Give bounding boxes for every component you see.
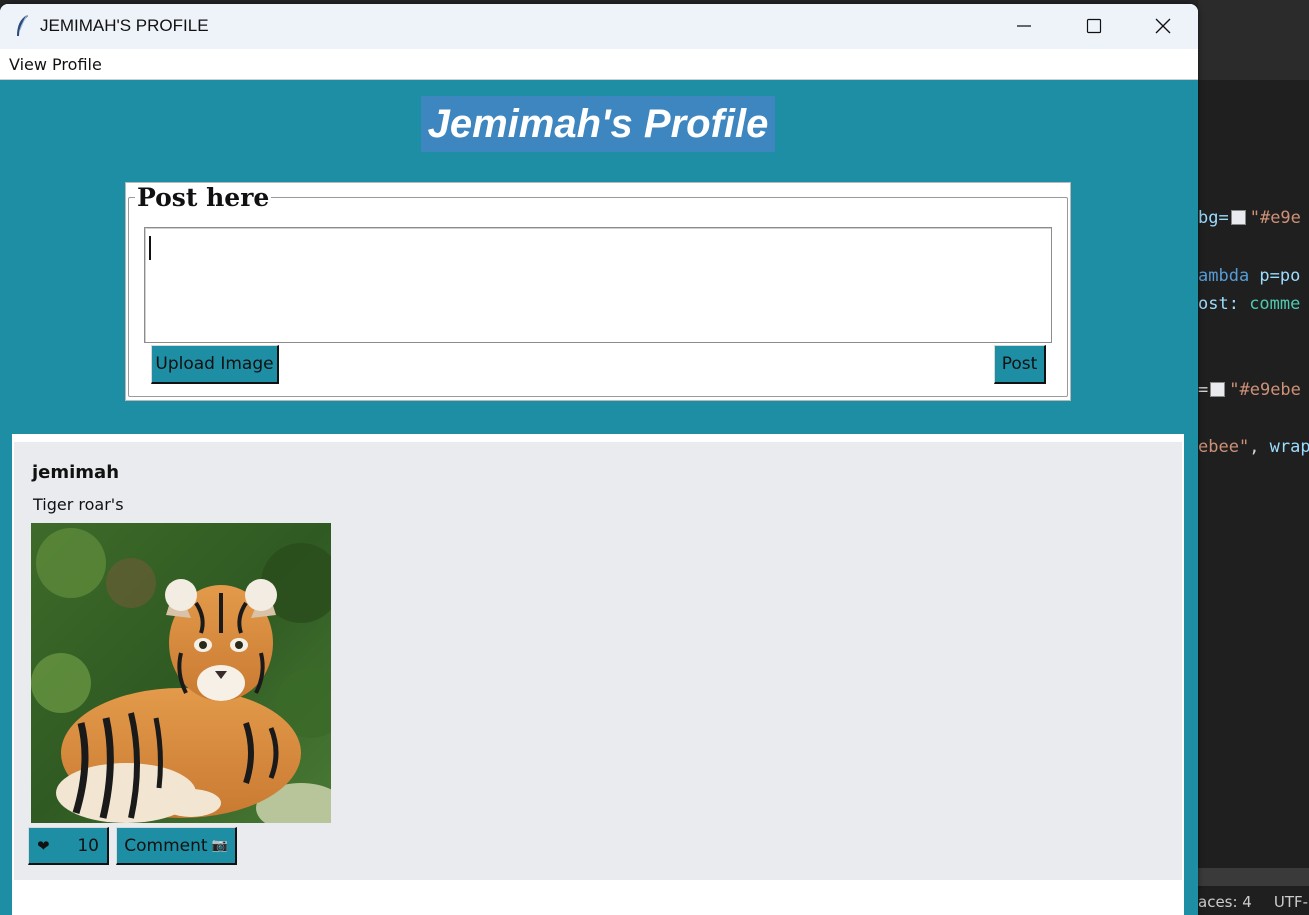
maximize-button[interactable] <box>1059 4 1129 49</box>
feed[interactable]: jemimah Tiger roar's ❤ 10 Comment 📷 <box>12 434 1184 915</box>
like-count: 10 <box>77 835 99 856</box>
minimize-button[interactable] <box>989 4 1059 49</box>
editor-toolbar <box>1198 0 1309 80</box>
app-window: JEMIMAH'S PROFILE View Profile Jemimah's… <box>0 4 1198 915</box>
close-icon <box>1155 18 1171 34</box>
title-bar[interactable]: JEMIMAH'S PROFILE <box>0 4 1198 49</box>
post-text: Tiger roar's <box>33 495 124 514</box>
status-encoding[interactable]: UTF- <box>1274 893 1308 911</box>
editor-horizontal-scrollbar[interactable] <box>1198 868 1309 886</box>
color-swatch <box>1210 382 1226 397</box>
close-button[interactable] <box>1128 4 1198 49</box>
color-swatch <box>1230 210 1246 225</box>
code-line: ost: comme <box>1198 294 1301 314</box>
feather-icon <box>17 14 28 36</box>
comment-label: Comment <box>124 835 208 856</box>
menu-view-profile[interactable]: View Profile <box>9 55 102 74</box>
minimize-icon <box>1017 25 1031 27</box>
window-title: JEMIMAH'S PROFILE <box>40 16 209 35</box>
post-legend: Post here <box>135 183 272 212</box>
status-indentation[interactable]: aces: 4 <box>1198 893 1252 911</box>
code-editor[interactable]: bg= "#e9e ambda p=po ost: comme = "#e9ebe … <box>1198 80 1309 870</box>
like-button[interactable]: ❤ 10 <box>28 827 109 865</box>
menu-bar: View Profile <box>0 50 1198 79</box>
text-caret <box>149 236 151 260</box>
editor-status-bar: aces: 4 UTF- <box>1198 888 1309 915</box>
upload-image-button[interactable]: Upload Image <box>151 345 279 384</box>
code-line: = "#e9ebe <box>1198 380 1301 400</box>
post-author: jemimah <box>32 462 120 483</box>
code-line: ebee", wrap <box>1198 437 1309 457</box>
camera-icon: 📷 <box>211 838 228 853</box>
post-card: jemimah Tiger roar's ❤ 10 Comment 📷 <box>14 442 1182 880</box>
tiger-cub-photo <box>31 523 331 823</box>
heart-icon: ❤ <box>37 836 50 855</box>
post-image <box>31 523 331 823</box>
profile-content: Jemimah's Profile Post here Upload Image… <box>0 80 1198 915</box>
code-line: bg= "#e9e <box>1198 208 1301 228</box>
comment-button[interactable]: Comment 📷 <box>116 827 237 865</box>
code-line: ambda p=po <box>1198 266 1301 286</box>
page-title: Jemimah's Profile <box>421 96 775 152</box>
maximize-icon <box>1086 18 1102 34</box>
post-button[interactable]: Post <box>994 345 1046 384</box>
post-text-input[interactable] <box>144 227 1052 343</box>
post-composer: Post here Upload Image Post <box>125 182 1071 401</box>
